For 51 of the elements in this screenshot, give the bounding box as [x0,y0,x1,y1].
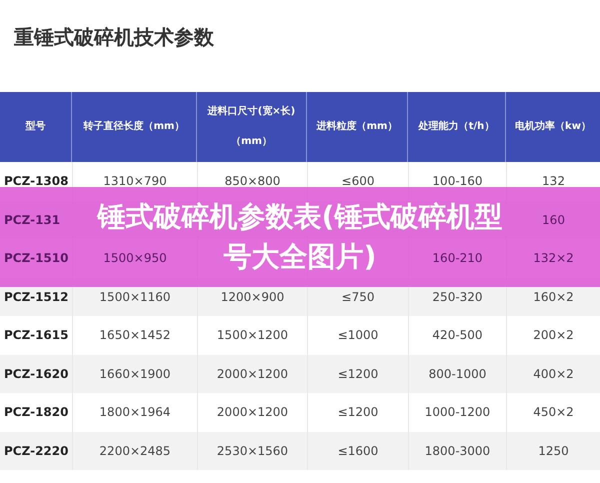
table-cell-text: PCZ-1620 [4,366,68,383]
table-cell-text: ≤1200 [338,366,378,383]
table-cell-text: 1000-1200 [424,404,490,422]
table-cell-text: 1500×1160 [99,288,171,306]
table-cell-text: 160-210 [432,250,483,268]
table-cell-text: ≤750 [342,288,374,306]
table-cell-text: 250-320 [432,288,483,306]
table-cell-text: 850×800 [224,173,280,190]
banner-title: 锤式破碎机参数表(锤式破碎机型 [98,199,502,235]
table-cell-text: 450×2 [533,404,574,422]
column-header: 转子直径长度（mm） [84,119,184,134]
table-cell-text: 2000×1200 [216,366,288,383]
table-cell-text: 1800×1964 [99,404,171,422]
column-header: 电机功率（kw） [515,119,591,134]
table-cell-text: 2000×1200 [216,404,288,422]
table-cell-text: 1310×790 [103,173,167,190]
table-cell-text: 100-160 [432,173,483,190]
table-cell-text: PCZ-1820 [4,404,68,422]
table-cell-text: 160 [542,212,565,229]
column-header: 进料口尺寸(宽×长)（mm） [206,104,296,149]
table-cell-text: 200×2 [533,327,574,344]
table-cell-text: 132 [542,173,565,190]
table-cell-text: PCZ-1512 [4,288,68,306]
table-cell-text: 132×2 [533,250,574,268]
page-heading: 重锤式破碎机技术参数 [14,24,214,51]
table-cell-text: 1500×950 [103,250,167,268]
table-cell-text: 2200×2485 [99,442,171,460]
table-cell-text: PCZ-131 [4,212,60,229]
table-cell-text: ≤1200 [338,404,378,422]
table-cell-text: 2530×1560 [216,442,288,460]
table-cell-text: ≤600 [342,173,374,190]
table-cell-text: 160×2 [533,288,574,306]
table-cell-text: 420-500 [432,327,483,344]
table-cell-text: 1200×900 [220,288,284,306]
table-cell-text: PCZ-1510 [4,250,68,268]
table-cell-text: PCZ-2220 [4,442,68,460]
column-header: 进料粒度（mm） [316,119,398,134]
banner-title: 号大全图片) [224,239,376,275]
table-cell-text: ≤1600 [338,442,378,460]
column-header: 处理能力（t/h） [418,120,494,134]
table-cell-text: PCZ-1308 [4,173,68,190]
table-cell-text: 1650×1452 [99,327,171,344]
table-cell-text: 1660×1900 [99,366,171,383]
table-cell-text: 800-1000 [428,366,486,383]
table-cell-text: 1250 [538,442,569,460]
table-cell-text: ≤1000 [338,327,378,344]
table-cell-text: 400×2 [533,366,574,383]
table-cell-text: 1500×1200 [216,327,288,344]
table-cell-text: 1800-3000 [424,442,490,460]
table-cell-text: PCZ-1615 [4,327,68,344]
column-header: 型号 [26,120,46,134]
